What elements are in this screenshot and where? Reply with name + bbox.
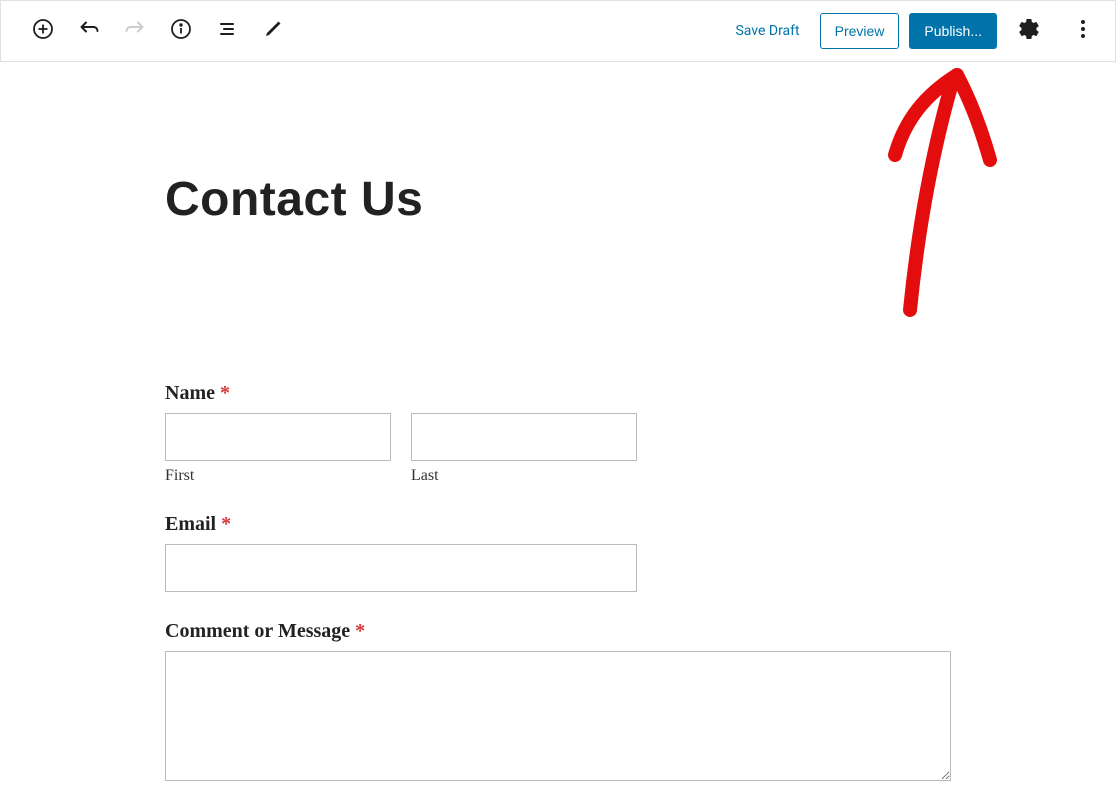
name-fields-row: First Last — [165, 413, 1116, 485]
editor-toolbar: Save Draft Preview Publish... — [0, 0, 1116, 62]
name-label-text: Name — [165, 382, 215, 404]
settings-button[interactable] — [1007, 9, 1051, 53]
last-name-column: Last — [411, 413, 637, 485]
toolbar-right-group: Save Draft Preview Publish... — [725, 9, 1105, 53]
gear-icon — [1017, 17, 1041, 45]
outline-button[interactable] — [205, 9, 249, 53]
name-field-group: Name * First Last — [165, 382, 1116, 485]
last-name-sublabel: Last — [411, 467, 637, 485]
more-options-button[interactable] — [1061, 9, 1105, 53]
undo-icon — [77, 17, 101, 45]
required-mark: * — [355, 620, 365, 642]
first-name-sublabel: First — [165, 467, 391, 485]
required-mark: * — [221, 513, 231, 535]
email-label: Email * — [165, 513, 1116, 536]
pencil-icon — [261, 17, 285, 45]
add-block-button[interactable] — [21, 9, 65, 53]
list-icon — [215, 17, 239, 45]
info-icon — [169, 17, 193, 45]
redo-icon — [123, 17, 147, 45]
publish-button[interactable]: Publish... — [909, 13, 997, 49]
name-label: Name * — [165, 382, 1116, 405]
required-mark: * — [220, 382, 230, 404]
message-label-text: Comment or Message — [165, 620, 350, 642]
email-label-text: Email — [165, 513, 216, 535]
undo-button[interactable] — [67, 9, 111, 53]
message-label: Comment or Message * — [165, 620, 1116, 643]
more-vertical-icon — [1071, 17, 1095, 45]
email-input[interactable] — [165, 544, 637, 592]
first-name-input[interactable] — [165, 413, 391, 461]
save-draft-button[interactable]: Save Draft — [725, 17, 809, 45]
first-name-column: First — [165, 413, 391, 485]
last-name-input[interactable] — [411, 413, 637, 461]
redo-button[interactable] — [113, 9, 157, 53]
page-title[interactable]: Contact Us — [165, 172, 1116, 227]
info-button[interactable] — [159, 9, 203, 53]
edit-button[interactable] — [251, 9, 295, 53]
preview-button[interactable]: Preview — [820, 13, 900, 49]
toolbar-left-group — [11, 9, 295, 53]
plus-circle-icon — [31, 17, 55, 45]
email-field-group: Email * — [165, 513, 1116, 592]
message-field-group: Comment or Message * — [165, 620, 1116, 786]
message-textarea[interactable] — [165, 651, 951, 781]
editor-content: Contact Us Name * First Last Email * Com… — [0, 62, 1116, 786]
